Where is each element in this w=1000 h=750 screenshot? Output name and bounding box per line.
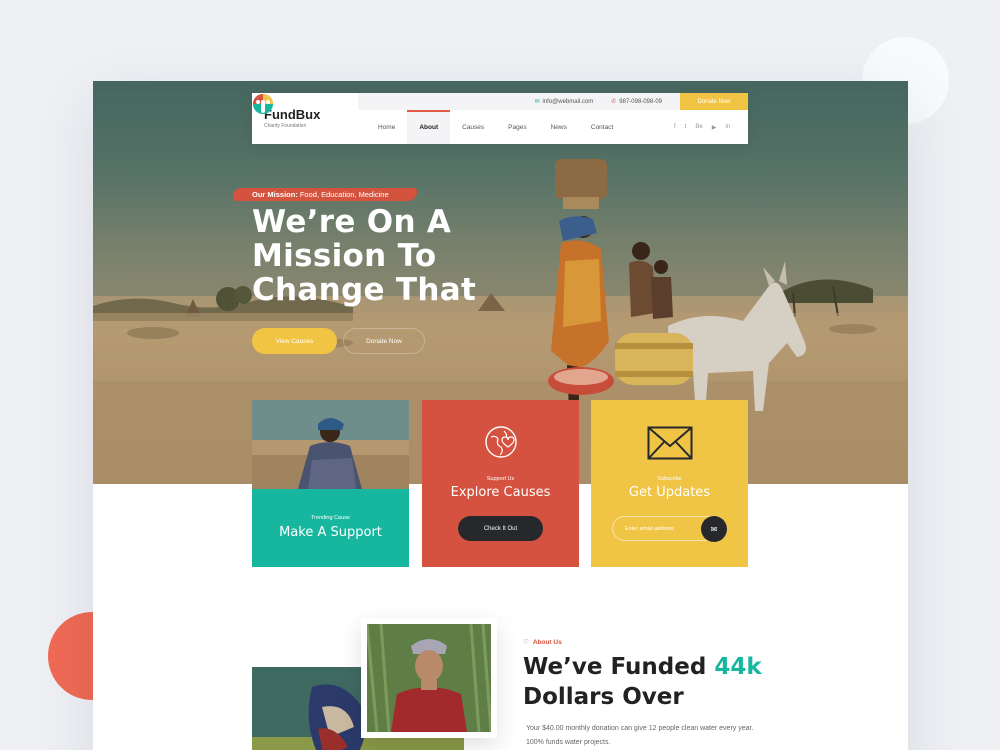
- nav-item-contact[interactable]: Contact: [579, 110, 625, 144]
- about-title-accent: 44k: [714, 654, 762, 680]
- youtube-icon[interactable]: ▶: [712, 124, 717, 131]
- contact-email[interactable]: ✉ info@webmail.com: [534, 98, 594, 106]
- topbar: ✉ info@webmail.com ✆ 987-098-098-09 Dona…: [358, 93, 748, 110]
- trending-cause-body: Trending Cause Make A Support: [252, 489, 409, 567]
- heart-icon: ♡: [523, 639, 529, 646]
- mail-icon: ✉: [534, 99, 540, 105]
- twitter-icon[interactable]: t: [685, 124, 687, 131]
- send-mail-icon: ✉: [710, 524, 718, 534]
- contact-phone[interactable]: ✆ 987-098-098-09: [611, 98, 662, 106]
- phone-icon: ✆: [611, 99, 617, 105]
- logo-icon: [253, 94, 273, 114]
- about-us-tag: ♡ About Us: [523, 638, 562, 647]
- logo[interactable]: FundBux Charity Foundation: [252, 93, 358, 144]
- about-photo-front: [361, 618, 497, 738]
- nav-item-news[interactable]: News: [539, 110, 579, 144]
- envelope-icon: [647, 426, 692, 460]
- page-frame: FundBux Charity Foundation ✉ info@webmai…: [93, 81, 908, 750]
- site-header: FundBux Charity Foundation ✉ info@webmai…: [252, 93, 748, 144]
- contact-phone-text: 987-098-098-09: [619, 98, 662, 105]
- trending-cause-title: Make A Support: [279, 525, 382, 540]
- trending-cause-photo: [252, 400, 409, 489]
- about-title-part1: We’ve Funded: [523, 654, 707, 680]
- donate-now-button[interactable]: Donate Now: [343, 328, 425, 354]
- mission-tag: Our Mission: Food, Education, Medicine: [233, 188, 417, 201]
- about-description: Your $40.00 monthly donation can give 12…: [526, 725, 754, 746]
- trending-cause-label: Trending Cause: [311, 515, 350, 521]
- linkedin-icon[interactable]: in: [725, 124, 730, 131]
- contact-email-text: info@webmail.com: [542, 98, 594, 105]
- subscribe-submit-button[interactable]: ✉: [701, 516, 727, 542]
- globe-heart-icon: [484, 426, 517, 458]
- mission-text: Food, Education, Medicine: [299, 190, 389, 199]
- nav-item-about[interactable]: About: [407, 110, 451, 144]
- facebook-icon[interactable]: f: [674, 124, 676, 131]
- view-causes-button[interactable]: View Causes: [252, 328, 337, 354]
- nav-item-causes[interactable]: Causes: [450, 110, 496, 144]
- nav-item-pages[interactable]: Pages: [496, 110, 538, 144]
- main-nav: Home About Causes Pages News Contact f t…: [358, 110, 748, 144]
- social-links: f t Be ▶ in: [674, 124, 730, 131]
- about-title-part2: Dollars Over: [523, 684, 684, 710]
- brand-tagline: Charity Foundation: [264, 123, 307, 129]
- about-us-label: About Us: [532, 638, 562, 646]
- explore-causes-label: Support Us: [486, 476, 515, 482]
- about-front-image: [365, 623, 493, 733]
- behance-icon[interactable]: Be: [695, 124, 702, 131]
- subscribe-title: Get Updates: [628, 485, 711, 500]
- explore-causes-title: Explore Causes: [450, 485, 551, 500]
- about-title: We’ve Funded 44k Dollars Over: [523, 652, 823, 712]
- trending-cause-card[interactable]: Trending Cause Make A Support: [252, 400, 409, 567]
- subscribe-label: Subscribe: [657, 476, 682, 482]
- hero-title: We’re On A Mission To Change That: [252, 204, 477, 308]
- mission-prefix: Our Mission:: [252, 190, 298, 199]
- nav-item-home[interactable]: Home: [366, 110, 407, 144]
- donate-now-top-button[interactable]: Donate Now: [680, 93, 748, 110]
- subscribe-card: Subscribe Get Updates Enter email addres…: [591, 400, 748, 567]
- header-right: ✉ info@webmail.com ✆ 987-098-098-09 Dona…: [358, 93, 748, 144]
- check-it-out-button[interactable]: Check It Out: [458, 516, 543, 541]
- explore-causes-card: Support Us Explore Causes Check It Out: [422, 400, 579, 567]
